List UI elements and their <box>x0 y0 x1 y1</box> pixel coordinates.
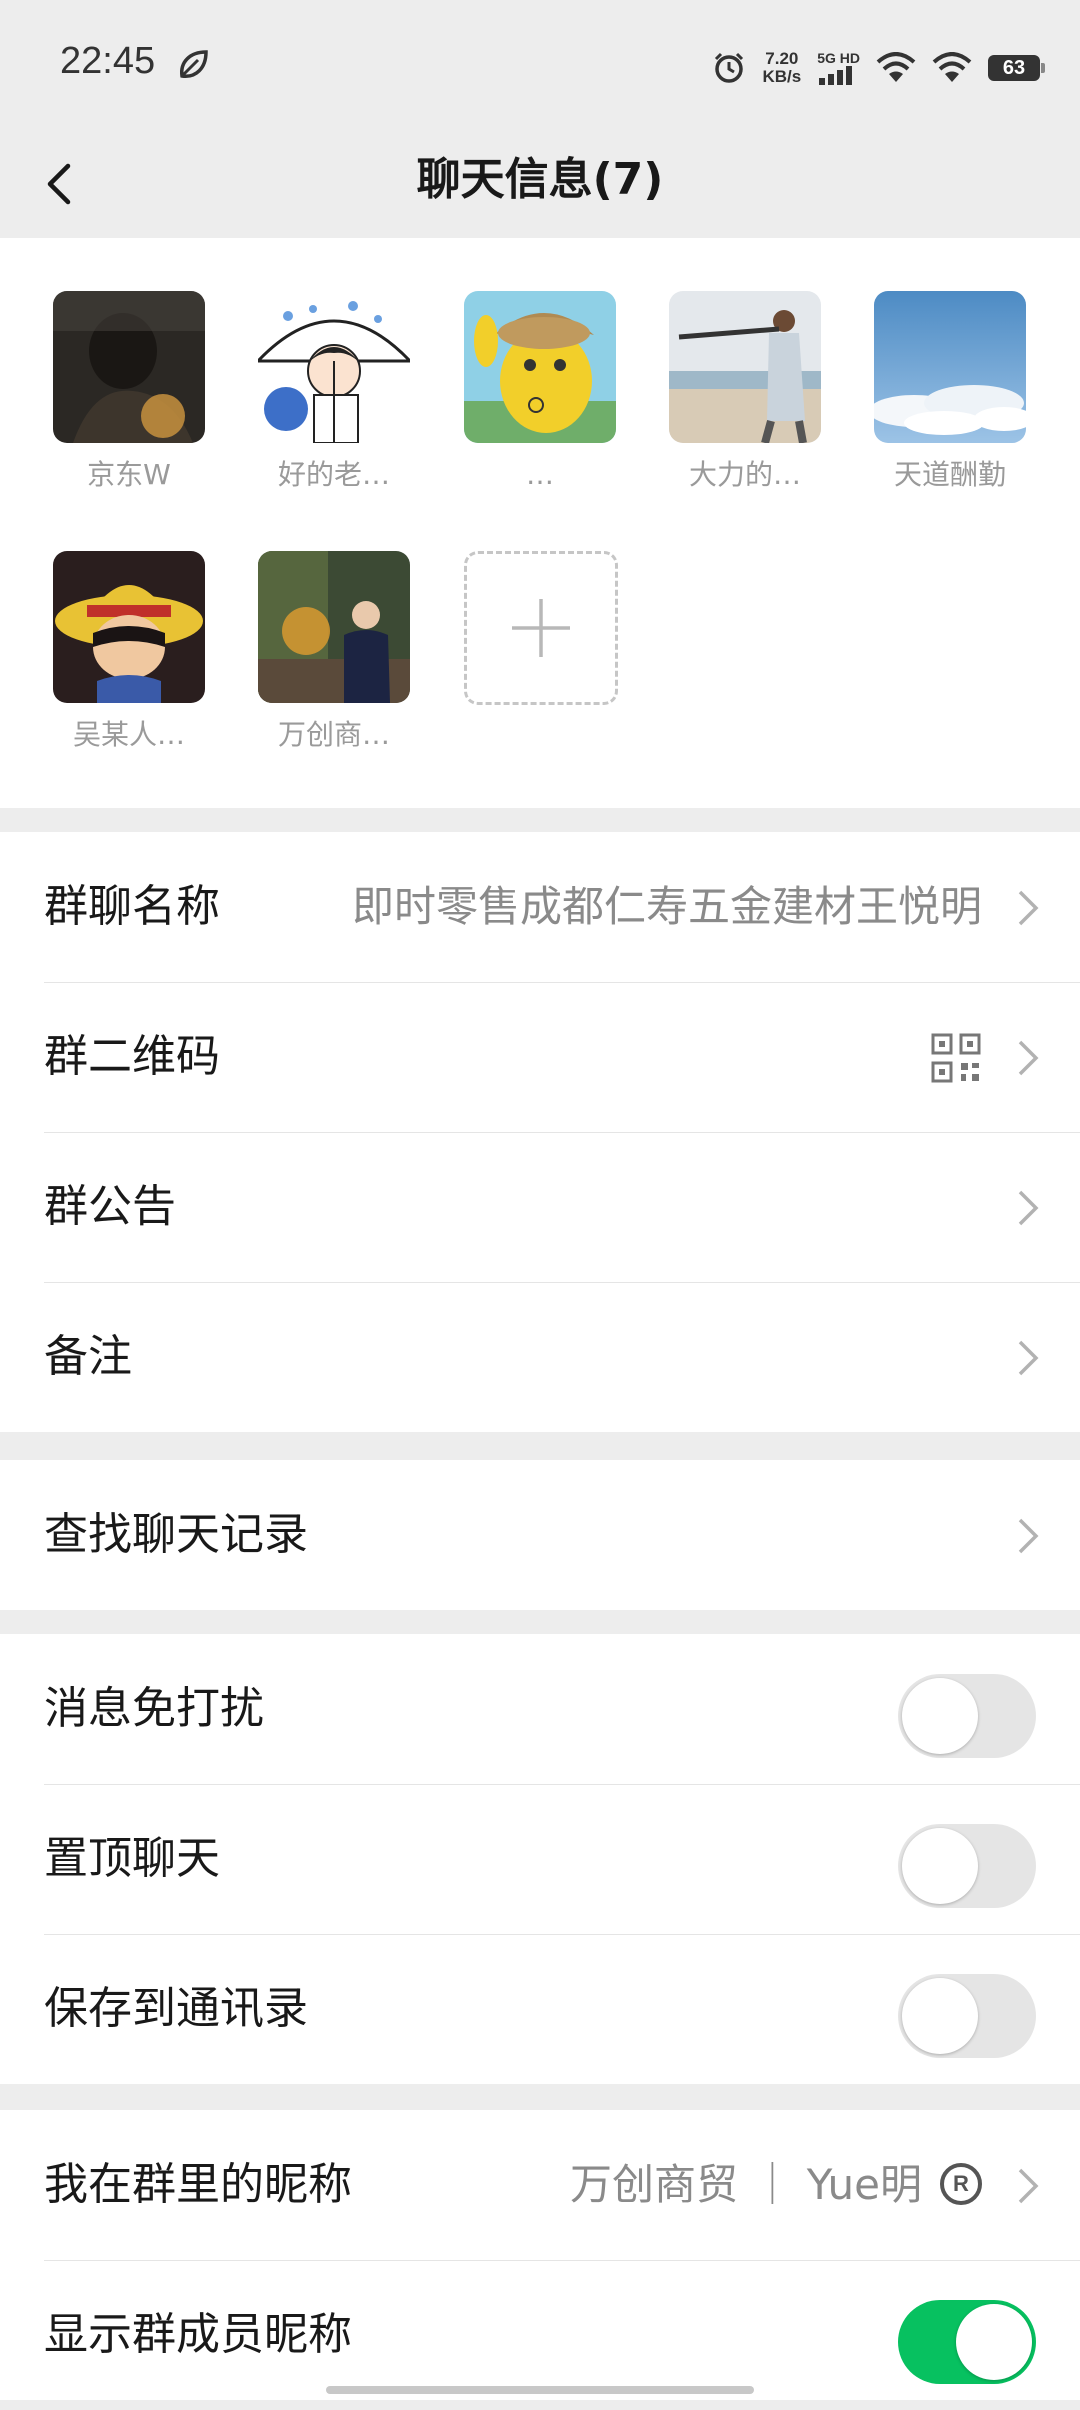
group-announcement-label: 群公告 <box>44 1181 176 1232</box>
network-speed-value: 7.20 <box>765 49 799 68</box>
registered-mark-icon: R <box>940 2162 982 2205</box>
avatar[interactable] <box>874 291 1026 443</box>
network-type-label: 5G HD <box>817 50 860 66</box>
my-group-nickname-row[interactable]: 我在群里的昵称 万创商贸 ｜ Yue明 R <box>0 2110 1080 2260</box>
chevron-right-icon <box>1018 1518 1039 1554</box>
network-speed: 7.20 KB/s <box>762 50 801 86</box>
remark-label: 备注 <box>44 1331 132 1382</box>
member-name: … <box>526 458 554 491</box>
chevron-right-icon <box>1018 2168 1039 2204</box>
chevron-right-icon <box>1018 1340 1039 1376</box>
plus-icon <box>512 599 570 657</box>
group-qr-code-row[interactable]: 群二维码 <box>0 982 1080 1132</box>
save-to-contacts-label: 保存到通讯录 <box>44 1983 308 2034</box>
member-item[interactable]: 京东W <box>53 291 205 493</box>
group-name-row[interactable]: 群聊名称 即时零售成都仁寿五金建材王悦明 <box>0 832 1080 982</box>
cellular-indicator: 5G HD <box>817 51 860 85</box>
network-speed-unit: KB/s <box>762 67 802 86</box>
group-announcement-row[interactable]: 群公告 <box>0 1132 1080 1282</box>
navigation-bar: 聊天信息(7) <box>0 132 1080 238</box>
chevron-right-icon <box>1018 1040 1039 1076</box>
toggle-knob <box>902 1678 978 1754</box>
group-qr-code-label: 群二维码 <box>44 1031 220 1082</box>
toggle-knob <box>956 2304 1032 2380</box>
avatar[interactable] <box>53 291 205 443</box>
wifi-icon <box>932 52 972 82</box>
mute-notifications-row: 消息免打扰 <box>0 1634 1080 1784</box>
save-to-contacts-toggle[interactable] <box>898 1974 1036 2058</box>
battery-icon: 63 <box>988 55 1045 81</box>
member-name: 好的老… <box>277 458 390 491</box>
member-item[interactable]: 万创商… <box>258 551 410 753</box>
nickname-section: 我在群里的昵称 万创商贸 ｜ Yue明 R 显示群成员昵称 <box>0 2110 1080 2400</box>
show-member-nicknames-label: 显示群成员昵称 <box>44 2309 352 2360</box>
member-name: 大力的… <box>688 458 801 491</box>
add-member-tile[interactable] <box>464 551 618 705</box>
toggle-knob <box>902 1978 978 2054</box>
search-chat-history-row[interactable]: 查找聊天记录 <box>0 1460 1080 1610</box>
group-name-label: 群聊名称 <box>44 881 220 932</box>
member-item[interactable]: 好的老… <box>258 291 410 493</box>
chevron-right-icon <box>1018 1190 1039 1226</box>
toggle-knob <box>902 1828 978 1904</box>
alarm-icon <box>715 52 744 83</box>
avatar[interactable] <box>258 551 410 703</box>
chat-settings-section: 消息免打扰 置顶聊天 保存到通讯录 <box>0 1634 1080 2084</box>
page-title: 聊天信息(7) <box>416 154 664 205</box>
status-time: 22:45 <box>60 40 156 82</box>
add-member-button[interactable] <box>464 551 618 705</box>
wifi-icon <box>876 52 916 82</box>
member-name: 万创商… <box>277 718 390 751</box>
save-to-contacts-row: 保存到通讯录 <box>0 1934 1080 2084</box>
leaf-icon <box>180 50 208 78</box>
status-icons: 7.20 KB/s 5G HD 63 <box>712 40 1045 96</box>
my-group-nickname-text: 万创商贸 ｜ Yue明 <box>570 2160 922 2209</box>
member-name: 京东W <box>87 458 171 491</box>
pin-chat-row: 置顶聊天 <box>0 1784 1080 1934</box>
member-name: 天道酬勤 <box>893 458 1006 491</box>
pin-chat-toggle[interactable] <box>898 1824 1036 1908</box>
mute-notifications-label: 消息免打扰 <box>44 1683 264 1734</box>
mute-notifications-toggle[interactable] <box>898 1674 1036 1758</box>
avatar[interactable] <box>464 291 616 443</box>
qr-code-icon <box>931 1033 981 1083</box>
my-group-nickname-value: 万创商贸 ｜ Yue明 R <box>570 2110 982 2260</box>
member-item[interactable]: 天道酬勤 <box>874 291 1026 493</box>
show-member-nicknames-toggle[interactable] <box>898 2300 1036 2384</box>
search-section: 查找聊天记录 <box>0 1460 1080 1610</box>
member-item[interactable]: 吴某人… <box>53 551 205 753</box>
member-name: 吴某人… <box>72 718 185 751</box>
home-indicator[interactable] <box>326 2386 754 2394</box>
member-item[interactable]: … <box>464 291 616 493</box>
group-info-section: 群聊名称 即时零售成都仁寿五金建材王悦明 群二维码 群公告 备注 <box>0 832 1080 1432</box>
group-name-value: 即时零售成都仁寿五金建材王悦明 <box>351 882 982 931</box>
status-bar: 22:45 7.20 KB/s 5G HD 63 <box>0 0 1080 132</box>
member-grid: 京东W 好的老… … 大力的… 天道酬勤 吴某人… 万创商… <box>0 238 1080 808</box>
signal-icon <box>819 66 853 85</box>
avatar[interactable] <box>258 291 410 443</box>
member-item[interactable]: 大力的… <box>669 291 821 493</box>
my-group-nickname-label: 我在群里的昵称 <box>44 2159 352 2210</box>
search-chat-history-label: 查找聊天记录 <box>44 1509 308 1560</box>
pin-chat-label: 置顶聊天 <box>44 1833 220 1884</box>
chevron-right-icon <box>1018 890 1039 926</box>
remark-row[interactable]: 备注 <box>0 1282 1080 1432</box>
avatar[interactable] <box>53 551 205 703</box>
avatar[interactable] <box>669 291 821 443</box>
